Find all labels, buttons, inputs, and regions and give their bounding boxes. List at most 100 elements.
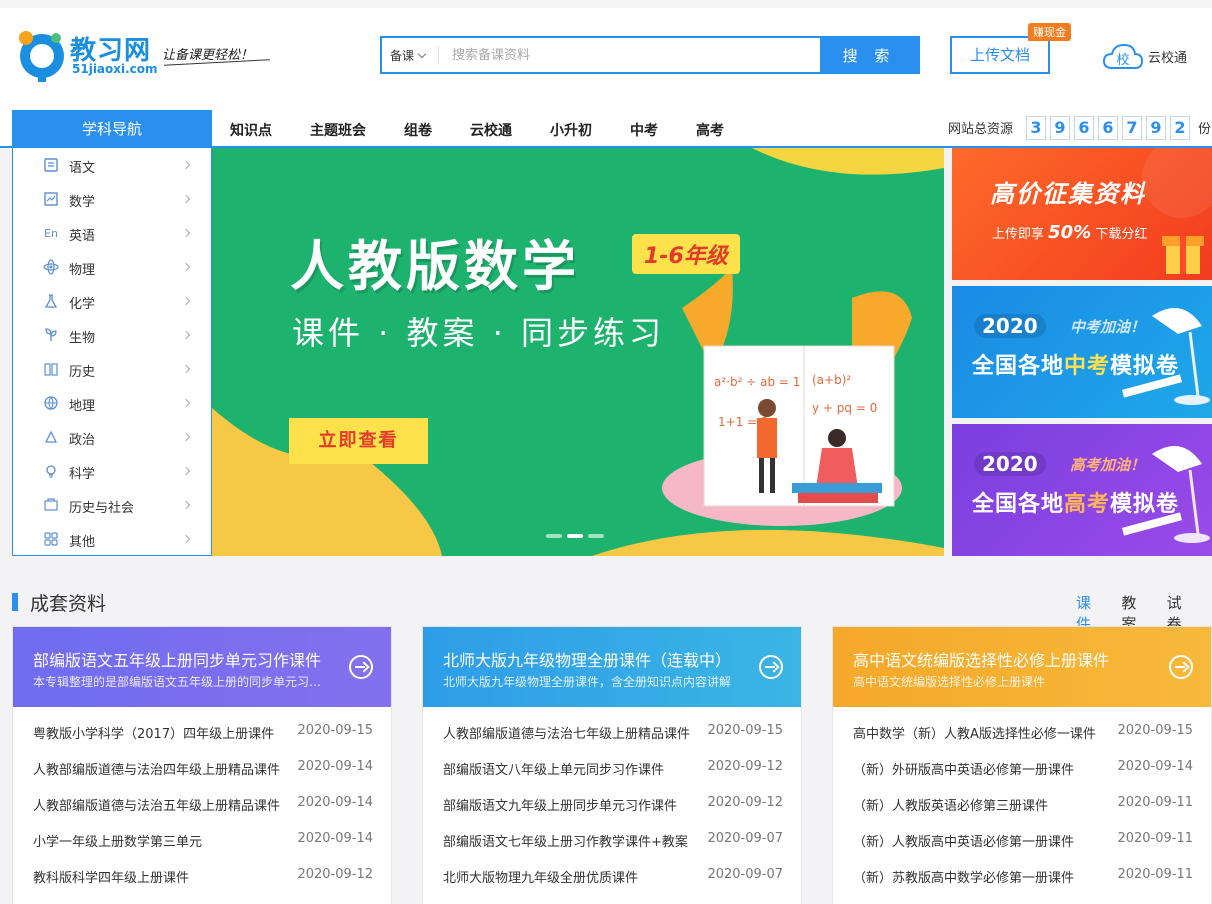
nav-item-primary-to-middle[interactable]: 小升初 bbox=[550, 120, 592, 140]
sidebar-item-history-society[interactable]: 历史与社会 bbox=[13, 488, 211, 522]
card-header[interactable]: 高中语文统编版选择性必修上册课件 高中语文统编版选择性必修上册课件 bbox=[833, 627, 1211, 707]
header: 教习网 51jiaoxi.com 让备课更轻松！ 备课 搜 索 上传文档 赚现金… bbox=[0, 8, 1212, 104]
list-item[interactable]: 教科版科学四年级上册课件 2020-09-12 bbox=[33, 867, 373, 887]
list-item[interactable]: 人教部编版道德与法治五年级上册精品课件 2020-09-14 bbox=[33, 795, 373, 815]
promo-gaokao-mock[interactable]: 2020 高考加油！ 全国各地高考模拟卷 bbox=[952, 424, 1212, 556]
list-item-title[interactable]: 北师大版物理九年级全册优质课件 bbox=[443, 867, 697, 886]
list-item-title[interactable]: 粤教版小学科学（2017）四年级上册课件 bbox=[33, 723, 287, 742]
cloud-school-label[interactable]: 云校通 bbox=[1148, 47, 1187, 66]
sidebar-item-label: 地理 bbox=[69, 399, 96, 414]
card-description: 高中语文统编版选择性必修上册课件 bbox=[853, 675, 1046, 689]
list-item[interactable]: 小学一年级上册数学第三单元 2020-09-14 bbox=[33, 831, 373, 851]
chevron-right-icon bbox=[181, 262, 191, 272]
banner-view-button[interactable]: 立即查看 bbox=[289, 418, 428, 464]
list-item-title[interactable]: 小学一年级上册数学第三单元 bbox=[33, 831, 287, 850]
list-item[interactable]: 人教部编版道德与法治四年级上册精品课件 2020-09-14 bbox=[33, 759, 373, 779]
list-item-title[interactable]: 人教部编版道德与法治七年级上册精品课件 bbox=[443, 723, 697, 742]
section-title: 成套资料 bbox=[30, 593, 107, 615]
sidebar-item-label: 数学 bbox=[69, 195, 96, 210]
list-item[interactable]: 高中数学（新）人教A版选择性必修一课件 2020-09-15 bbox=[853, 723, 1193, 743]
chevron-right-icon bbox=[181, 194, 191, 204]
carousel-dot[interactable] bbox=[546, 534, 562, 538]
list-item-title[interactable]: 教科版科学四年级上册课件 bbox=[33, 867, 287, 886]
list-item[interactable]: 北师大版物理九年级全册优质课件 2020-09-07 bbox=[443, 867, 783, 887]
arrow-right-icon[interactable] bbox=[1169, 655, 1193, 679]
subject-sidebar: 语文 数学 En 英语 物理 化学 生物 历史 地理 政治 科学 历史与社会 其… bbox=[12, 148, 212, 556]
sidebar-item-chemistry[interactable]: 化学 bbox=[13, 284, 211, 318]
collection-card: 部编版语文五年级上册同步单元习作课件 本专辑整理的是部编版语文五年级上册的同步单… bbox=[12, 626, 392, 904]
promo-main-suffix: 模拟卷 bbox=[1110, 492, 1180, 517]
banner-subtitle: 课件 · 教案 · 同步练习 bbox=[292, 314, 666, 352]
sidebar-item-history[interactable]: 历史 bbox=[13, 352, 211, 386]
board-formula: (a+b)² bbox=[812, 373, 851, 387]
promo-year: 2020 bbox=[974, 452, 1046, 476]
card-title[interactable]: 部编版语文五年级上册同步单元习作课件 bbox=[33, 647, 333, 671]
upload-button[interactable]: 上传文档 bbox=[950, 36, 1050, 74]
list-item-title[interactable]: 部编版语文七年级上册习作教学课件+教案 bbox=[443, 831, 697, 850]
list-item[interactable]: 人教部编版道德与法治七年级上册精品课件 2020-09-15 bbox=[443, 723, 783, 743]
nav-item-knowledge[interactable]: 知识点 bbox=[230, 120, 272, 140]
list-item-date: 2020-09-11 bbox=[1117, 867, 1193, 882]
hero-banner[interactable]: a²·b² ÷ ab = 1 (a+b)² 1+1 = 2 y + pq = 0… bbox=[212, 148, 944, 556]
list-item-title[interactable]: （新）外研版高中英语必修第一册课件 bbox=[853, 759, 1107, 778]
list-item-date: 2020-09-07 bbox=[707, 867, 783, 882]
list-item[interactable]: （新）外研版高中英语必修第一册课件 2020-09-14 bbox=[853, 759, 1193, 779]
card-header[interactable]: 北师大版九年级物理全册课件（连载中） 北师大版九年级物理全册课件，含全册知识点内… bbox=[423, 627, 801, 707]
nav-item-zhongkao[interactable]: 中考 bbox=[630, 120, 658, 140]
sidebar-item-other[interactable]: 其他 bbox=[13, 522, 211, 556]
promo-zhongkao-mock[interactable]: 2020 中考加油！ 全国各地中考模拟卷 bbox=[952, 286, 1212, 418]
list-item-title[interactable]: （新）人教版英语必修第三册课件 bbox=[853, 795, 1107, 814]
list-item[interactable]: 部编版语文七年级上册习作教学课件+教案 2020-09-07 bbox=[443, 831, 783, 851]
list-item-title[interactable]: （新）苏教版高中数学必修第一册课件 bbox=[853, 867, 1107, 886]
sidebar-item-math[interactable]: 数学 bbox=[13, 182, 211, 216]
board-formula: y + pq = 0 bbox=[812, 401, 877, 415]
promo-main-suffix: 模拟卷 bbox=[1110, 354, 1180, 379]
upload-badge: 赚现金 bbox=[1028, 23, 1071, 41]
list-item[interactable]: 部编版语文八年级上单元同步习作课件 2020-09-12 bbox=[443, 759, 783, 779]
chevron-right-icon bbox=[181, 398, 191, 408]
list-item[interactable]: （新）苏教版高中数学必修第一册课件 2020-09-11 bbox=[853, 867, 1193, 887]
list-item-title[interactable]: 部编版语文八年级上单元同步习作课件 bbox=[443, 759, 697, 778]
sidebar-item-chinese[interactable]: 语文 bbox=[13, 148, 211, 182]
list-item-title[interactable]: 部编版语文九年级上册同步单元习作课件 bbox=[443, 795, 697, 814]
list-item-title[interactable]: （新）人教版高中英语必修第一册课件 bbox=[853, 831, 1107, 850]
nav-item-compose-paper[interactable]: 组卷 bbox=[404, 120, 432, 140]
sidebar-item-biology[interactable]: 生物 bbox=[13, 318, 211, 352]
list-item-date: 2020-09-14 bbox=[297, 759, 373, 774]
sidebar-item-geography[interactable]: 地理 bbox=[13, 386, 211, 420]
search-category-select[interactable]: 备课 bbox=[390, 47, 427, 64]
nav-item-class-meeting[interactable]: 主题班会 bbox=[310, 120, 366, 140]
search-button[interactable]: 搜 索 bbox=[820, 38, 918, 72]
sidebar-item-physics[interactable]: 物理 bbox=[13, 250, 211, 284]
list-item-title[interactable]: 人教部编版道德与法治四年级上册精品课件 bbox=[33, 759, 287, 778]
nav-item-cloud-school[interactable]: 云校通 bbox=[470, 120, 512, 140]
list-item[interactable]: （新）人教版高中英语必修第一册课件 2020-09-11 bbox=[853, 831, 1193, 851]
card-header[interactable]: 部编版语文五年级上册同步单元习作课件 本专辑整理的是部编版语文五年级上册的同步单… bbox=[13, 627, 391, 707]
nav-item-gaokao[interactable]: 高考 bbox=[696, 120, 724, 140]
sidebar-item-politics[interactable]: 政治 bbox=[13, 420, 211, 454]
sidebar-item-science[interactable]: 科学 bbox=[13, 454, 211, 488]
arrow-right-icon[interactable] bbox=[349, 655, 373, 679]
list-item-title[interactable]: 人教部编版道德与法治五年级上册精品课件 bbox=[33, 795, 287, 814]
card-title[interactable]: 北师大版九年级物理全册课件（连载中） bbox=[443, 647, 743, 671]
arrow-right-icon[interactable] bbox=[759, 655, 783, 679]
subject-nav-button[interactable]: 学科导航 bbox=[12, 110, 212, 148]
grid-icon bbox=[44, 532, 58, 546]
carousel-dot-active[interactable] bbox=[567, 534, 583, 538]
promo-main: 全国各地中考模拟卷 bbox=[972, 348, 1179, 380]
logo-icon[interactable] bbox=[12, 28, 72, 82]
carousel-dots bbox=[546, 534, 609, 538]
promo-collect-materials[interactable]: 高价征集资料 上传即享 50% 下载分红 bbox=[952, 148, 1212, 280]
card-title[interactable]: 高中语文统编版选择性必修上册课件 bbox=[853, 647, 1153, 671]
list-item[interactable]: 部编版语文九年级上册同步单元习作课件 2020-09-12 bbox=[443, 795, 783, 815]
cloud-school-icon[interactable]: 校 bbox=[1102, 42, 1144, 70]
sidebar-item-english[interactable]: En 英语 bbox=[13, 216, 211, 250]
sidebar-item-label: 历史 bbox=[69, 365, 96, 380]
list-item-title[interactable]: 高中数学（新）人教A版选择性必修一课件 bbox=[853, 723, 1107, 742]
search-input[interactable] bbox=[452, 38, 812, 72]
carousel-dot[interactable] bbox=[588, 534, 604, 538]
sidebar-item-label: 英语 bbox=[69, 229, 96, 244]
list-item[interactable]: （新）人教版英语必修第三册课件 2020-09-11 bbox=[853, 795, 1193, 815]
list-item[interactable]: 粤教版小学科学（2017）四年级上册课件 2020-09-15 bbox=[33, 723, 373, 743]
book-icon bbox=[44, 158, 58, 172]
